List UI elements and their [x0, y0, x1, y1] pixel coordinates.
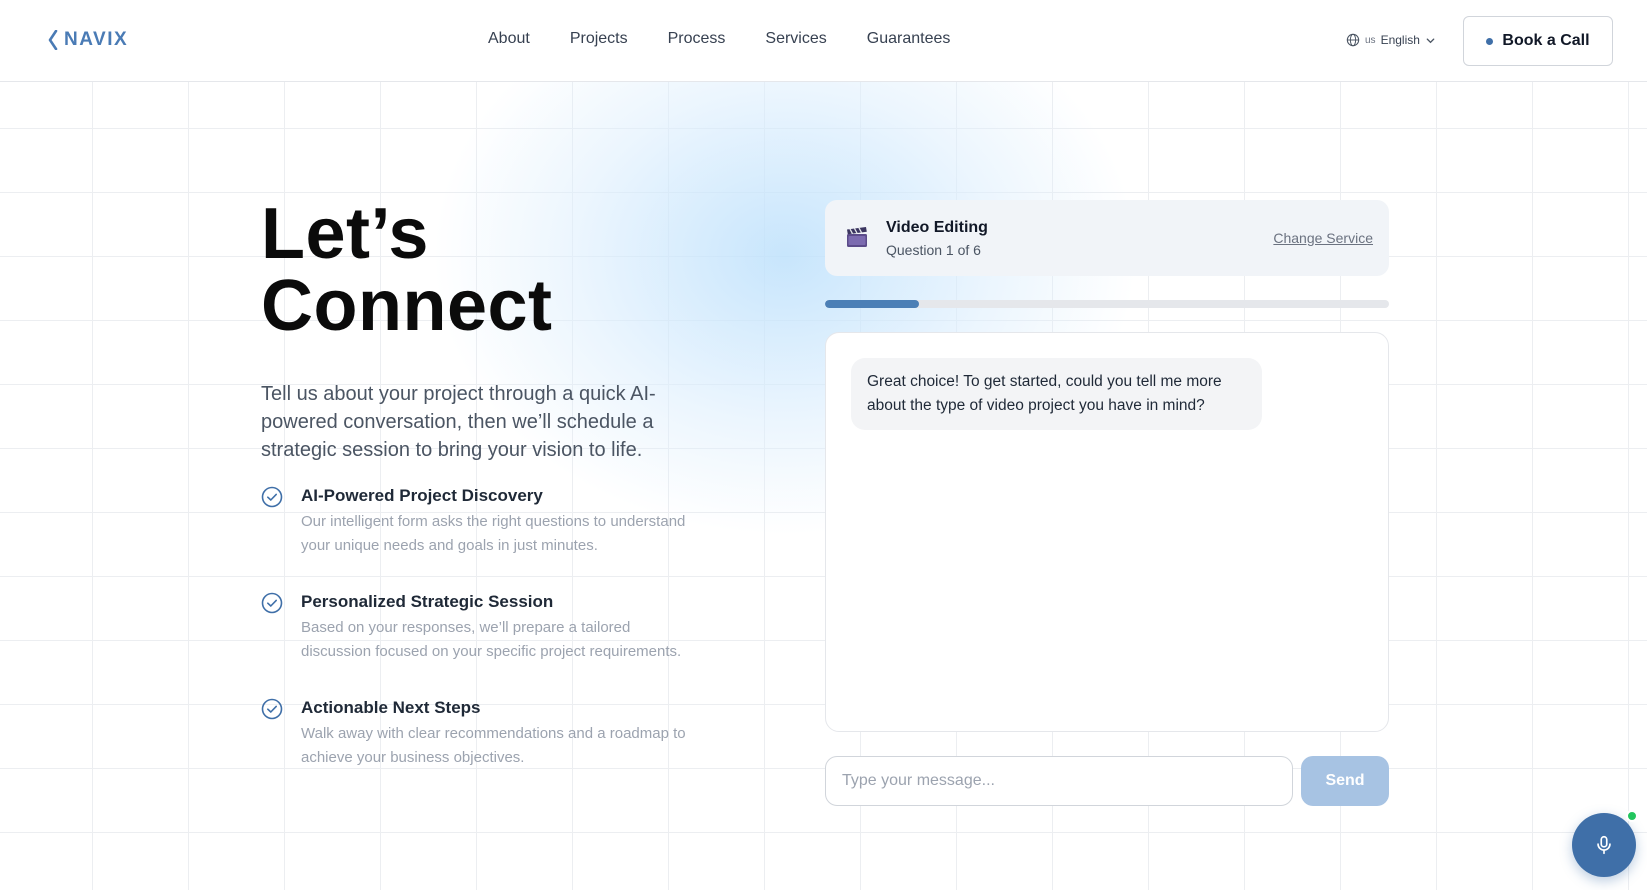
title-line-2: Connect — [261, 266, 553, 346]
progress-fill — [825, 300, 920, 308]
voice-assistant-button[interactable] — [1572, 813, 1636, 877]
feature-description: Walk away with clear recommendations and… — [301, 725, 686, 766]
check-circle-icon — [261, 592, 283, 614]
service-title: Video Editing — [886, 219, 988, 236]
feature-item: Personalized Strategic Session Based on … — [261, 590, 721, 664]
book-call-label: Book a Call — [1502, 32, 1590, 49]
assistant-message: Great choice! To get started, could you … — [851, 358, 1262, 430]
selected-service-card: Video Editing Question 1 of 6 Change Ser… — [825, 200, 1389, 276]
message-input[interactable] — [825, 756, 1293, 806]
clapperboard-icon — [847, 227, 867, 247]
nav-item-process[interactable]: Process — [668, 30, 726, 48]
check-circle-icon — [261, 698, 283, 720]
main-nav: About Projects Process Services Guarante… — [488, 30, 950, 48]
page-subtitle: Tell us about your project through a qui… — [261, 383, 656, 461]
site-header: NAVIX About Projects Process Services Gu… — [0, 0, 1647, 82]
chat-window[interactable]: Great choice! To get started, could you … — [825, 332, 1389, 732]
book-call-button[interactable]: Book a Call — [1463, 16, 1613, 66]
feature-description: Based on your responses, we’ll prepare a… — [301, 619, 682, 660]
title-line-1: Let’s — [261, 194, 429, 274]
change-service-link[interactable]: Change Service — [1273, 230, 1373, 246]
nav-item-guarantees[interactable]: Guarantees — [867, 30, 951, 48]
question-counter: Question 1 of 6 — [886, 242, 981, 258]
feature-title: Personalized Strategic Session — [301, 592, 554, 611]
language-selector[interactable]: us English — [1346, 33, 1436, 47]
globe-icon — [1346, 33, 1360, 47]
brand-logo[interactable]: NAVIX — [48, 29, 128, 51]
nav-item-services[interactable]: Services — [765, 30, 826, 48]
feature-list: AI-Powered Project Discovery Our intelli… — [261, 484, 721, 770]
logo-mark-icon — [48, 30, 58, 50]
status-dot — [1486, 37, 1494, 45]
page-title: Let’s Connect — [261, 198, 721, 342]
nav-item-projects[interactable]: Projects — [570, 30, 628, 48]
feature-title: AI-Powered Project Discovery — [301, 486, 543, 505]
language-label: English — [1380, 33, 1420, 47]
intro-section: Let’s Connect Tell us about your project… — [261, 198, 721, 802]
feature-item: AI-Powered Project Discovery Our intelli… — [261, 484, 721, 558]
microphone-icon — [1597, 835, 1611, 855]
language-flag: us — [1365, 34, 1376, 46]
voice-status-indicator — [1626, 810, 1638, 822]
feature-item: Actionable Next Steps Walk away with cle… — [261, 696, 721, 770]
send-button[interactable]: Send — [1301, 756, 1389, 806]
brand-name: NAVIX — [64, 29, 129, 50]
feature-description: Our intelligent form asks the right ques… — [301, 513, 686, 554]
check-circle-icon — [261, 486, 283, 508]
question-progress-bar — [825, 300, 1389, 308]
chevron-down-icon — [1426, 37, 1435, 43]
feature-title: Actionable Next Steps — [301, 698, 481, 717]
nav-item-about[interactable]: About — [488, 30, 530, 48]
